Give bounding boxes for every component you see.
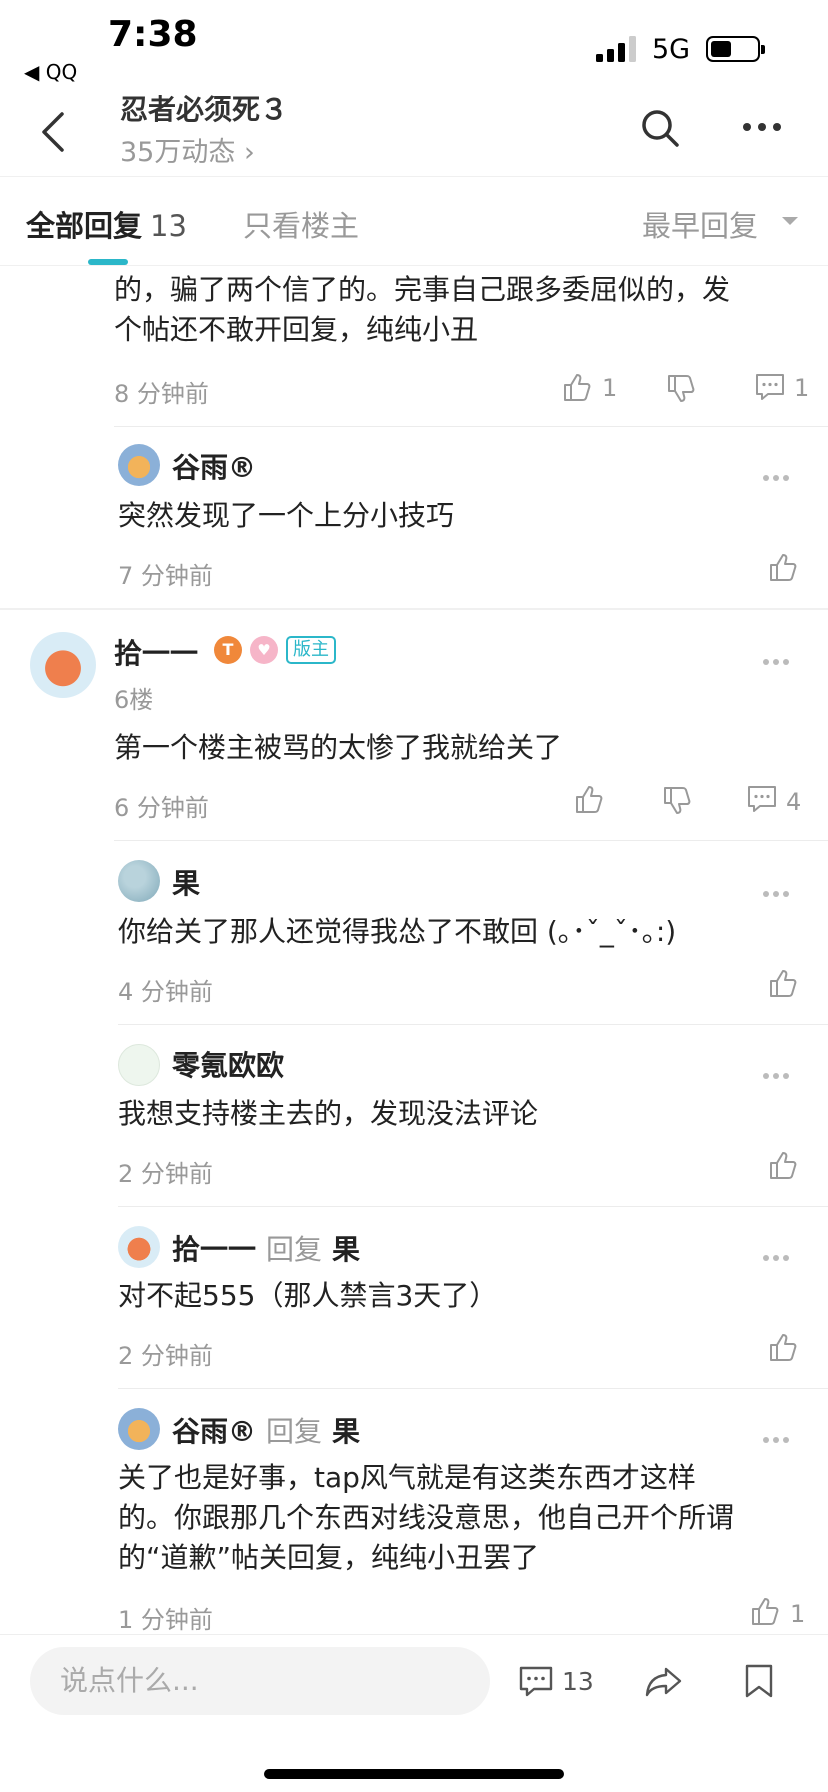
divider: [114, 426, 828, 427]
divider: [118, 1388, 828, 1389]
thumbs-up-icon[interactable]: [750, 1596, 780, 1626]
thumbs-down-icon[interactable]: [666, 374, 696, 404]
reply-tabs: 全部回复 13 只看楼主 最早回复: [0, 176, 828, 266]
avatar[interactable]: [118, 444, 160, 486]
like-count: 1: [790, 1600, 806, 1628]
reply-time: 2 分钟前: [118, 1342, 213, 1370]
thumbs-up-icon[interactable]: [768, 552, 798, 582]
reply-author[interactable]: 谷雨®: [172, 446, 256, 486]
reply-text: 你给关了那人还觉得我怂了不敢回 (｡･ˇ_ˇ･｡:): [118, 915, 677, 948]
post-text: 第一个楼主被骂的太惨了我就给关了: [114, 731, 563, 764]
reply-author[interactable]: 零氪欧欧: [172, 1044, 284, 1084]
bottom-action-bar: 说点什么... 13: [0, 1634, 828, 1792]
reply-text-line: 关了也是好事，tap风气就是有这类东西才这样: [118, 1461, 696, 1494]
more-icon[interactable]: [762, 1254, 790, 1262]
back-to-app-link[interactable]: ◀ QQ: [24, 60, 77, 84]
more-icon[interactable]: [762, 1072, 790, 1080]
avatar[interactable]: [118, 1226, 160, 1268]
thumbs-up-icon[interactable]: [562, 372, 592, 402]
search-icon[interactable]: [640, 108, 680, 148]
reply-author[interactable]: 谷雨®: [172, 1415, 256, 1448]
more-icon[interactable]: [742, 120, 782, 134]
bookmark-icon[interactable]: [744, 1663, 774, 1699]
tab-all-count: 13: [150, 209, 187, 243]
rabbit-badge-icon: ♥: [250, 636, 278, 664]
reply-text: 我想支持楼主去的，发现没法评论: [118, 1097, 539, 1130]
reply-time: 7 分钟前: [118, 562, 213, 590]
more-icon[interactable]: [762, 890, 790, 898]
reply-author[interactable]: 果: [172, 862, 200, 902]
avatar[interactable]: [30, 632, 96, 698]
level-badge: T: [214, 636, 242, 664]
thumbs-down-icon[interactable]: [662, 786, 692, 816]
reply-time: 4 分钟前: [118, 978, 213, 1006]
sort-dropdown[interactable]: 最早回复: [642, 203, 758, 245]
floor-number: 6楼: [114, 686, 154, 714]
tab-op-only[interactable]: 只看楼主: [243, 203, 359, 245]
divider: [114, 840, 828, 841]
reply-text-line: 的，骗了两个信了的。完事自己跟多委屈似的，发: [114, 273, 731, 306]
more-icon[interactable]: [762, 658, 790, 666]
reply-to-label: 回复: [266, 1233, 323, 1266]
thumbs-up-icon[interactable]: [768, 1332, 798, 1362]
tab-active-indicator: [88, 259, 128, 265]
post-author[interactable]: 拾一一: [114, 632, 198, 672]
thumbs-up-icon[interactable]: [768, 1150, 798, 1180]
tab-all-label: 全部回复: [26, 209, 143, 243]
comment-total: 13: [562, 1667, 594, 1696]
reply-time: 2 分钟前: [118, 1160, 213, 1188]
avatar[interactable]: [118, 1044, 160, 1086]
thumbs-up-icon[interactable]: [574, 784, 604, 814]
reply-time: 8 分钟前: [114, 380, 209, 408]
home-indicator: [264, 1769, 564, 1779]
more-icon[interactable]: [762, 1436, 790, 1444]
reply-text-line: 个帖还不敢开回复，纯纯小丑: [114, 313, 479, 346]
thumbs-up-icon[interactable]: [768, 968, 798, 998]
network-label: 5G: [652, 34, 691, 65]
reply-text-line: 的“道歉”帖关回复，纯纯小丑罢了: [118, 1541, 540, 1574]
comment-input[interactable]: 说点什么...: [30, 1647, 490, 1715]
reply-text: 对不起555（那人禁言3天了）: [118, 1279, 498, 1312]
divider: [118, 1206, 828, 1207]
comment-icon[interactable]: [754, 372, 786, 402]
back-arrow-icon[interactable]: [38, 110, 68, 154]
reply-time: 1 分钟前: [118, 1606, 213, 1634]
comment-count: 1: [794, 374, 810, 402]
forum-title[interactable]: 忍者必须死３: [120, 88, 288, 128]
share-icon[interactable]: [644, 1665, 684, 1699]
avatar[interactable]: [118, 860, 160, 902]
signal-icon: [596, 36, 636, 62]
chevron-down-icon[interactable]: [782, 217, 798, 225]
reply-target[interactable]: 果: [332, 1415, 360, 1448]
reply-text-line: 的。你跟那几个东西对线没意思，他自己开个所谓: [118, 1501, 735, 1534]
nav-header: 忍者必须死３ 35万动态 ›: [0, 86, 828, 176]
reply-author-line: 拾一一 回复果: [172, 1228, 360, 1268]
comment-icon[interactable]: [518, 1665, 554, 1699]
status-bar: 7:38 ◀ QQ 5G: [0, 0, 828, 86]
more-icon[interactable]: [762, 474, 790, 482]
battery-icon: [706, 36, 765, 62]
like-count: 1: [602, 374, 618, 402]
comment-count: 4: [786, 788, 802, 816]
comment-icon[interactable]: [746, 784, 778, 814]
reply-feed[interactable]: 的，骗了两个信了的。完事自己跟多委屈似的，发 个帖还不敢开回复，纯纯小丑 8 分…: [0, 266, 828, 1634]
reply-target[interactable]: 果: [332, 1233, 360, 1266]
divider: [118, 1024, 828, 1025]
reply-author[interactable]: 拾一一: [172, 1233, 256, 1266]
status-time: 7:38: [108, 14, 198, 55]
reply-author-line: 谷雨® 回复果: [172, 1410, 360, 1450]
avatar[interactable]: [118, 1408, 160, 1450]
section-divider: [0, 608, 828, 610]
reply-text: 突然发现了一个上分小技巧: [118, 499, 455, 532]
forum-subtitle[interactable]: 35万动态 ›: [120, 130, 255, 169]
post-time: 6 分钟前: [114, 794, 209, 822]
tab-all-replies[interactable]: 全部回复 13: [26, 203, 187, 245]
reply-to-label: 回复: [266, 1415, 323, 1448]
moderator-badge: 版主: [286, 636, 336, 664]
